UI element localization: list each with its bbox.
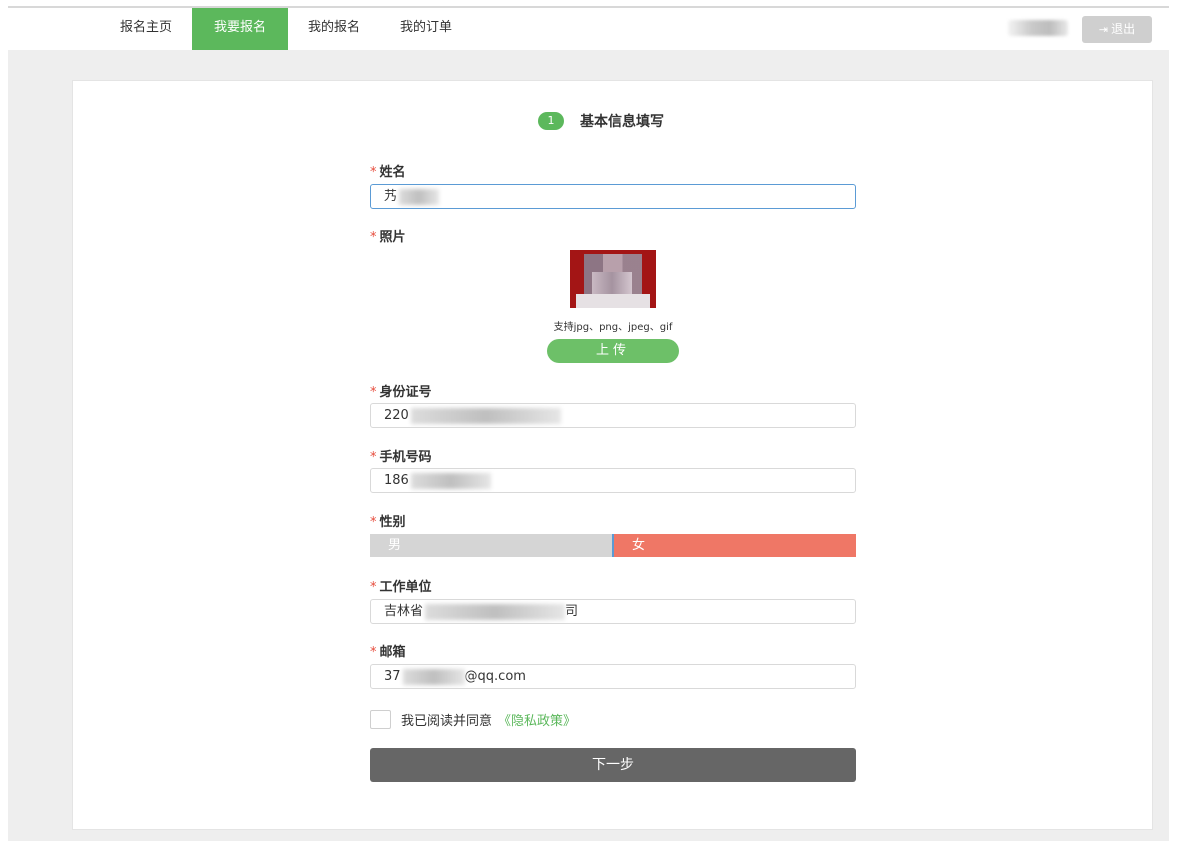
main-nav: 报名主页 我要报名 我的报名 我的订单	[100, 8, 472, 50]
required-mark: *	[370, 645, 377, 660]
redacted-text	[399, 188, 440, 205]
id-number-label-text: 身份证号	[379, 385, 432, 400]
required-mark: *	[370, 165, 377, 180]
email-value-suffix: @qq.com	[464, 669, 526, 684]
required-mark: *	[370, 230, 377, 245]
phone-value: 186	[384, 473, 409, 488]
gender-selector: 男 女	[370, 534, 856, 557]
phone-label: * 手机号码	[370, 446, 432, 465]
redacted-text	[410, 407, 561, 424]
step-number-badge: 1	[538, 112, 564, 130]
redacted-text	[410, 472, 491, 489]
photo-pixelated-detail	[592, 272, 632, 296]
agreement-text: 我已阅读并同意	[401, 713, 493, 729]
email-label: * 邮箱	[370, 641, 406, 660]
upload-button[interactable]: 上传	[547, 339, 679, 363]
step-title: 基本信息填写	[580, 114, 664, 130]
nav-item-register[interactable]: 我要报名	[192, 8, 289, 50]
gender-option-female[interactable]: 女	[614, 534, 856, 557]
id-number-input[interactable]: 220	[370, 403, 856, 428]
required-mark: *	[370, 385, 377, 400]
email-value-prefix: 37	[384, 669, 401, 684]
step-indicator: 1 基本信息填写	[538, 110, 664, 132]
work-unit-label: * 工作单位	[370, 576, 432, 595]
name-value: 艿	[384, 189, 398, 204]
work-unit-value: 吉林省	[384, 604, 424, 619]
nav-item-registration-home[interactable]: 报名主页	[100, 8, 192, 50]
agreement-checkbox[interactable]	[370, 709, 391, 729]
work-unit-input[interactable]: 吉林省 司	[370, 599, 856, 624]
id-number-label: * 身份证号	[370, 381, 432, 400]
sign-out-icon: ⇥	[1098, 23, 1109, 36]
phone-label-text: 手机号码	[379, 450, 432, 465]
name-label-text: 姓名	[379, 165, 406, 180]
gender-label: * 性别	[370, 511, 406, 530]
email-label-text: 邮箱	[379, 645, 406, 660]
name-label: * 姓名	[370, 161, 406, 180]
top-navbar: 报名主页 我要报名 我的报名 我的订单 ⇥ 退出	[8, 6, 1169, 50]
agreement-row: 我已阅读并同意 《隐私政策》	[370, 709, 576, 729]
photo-label: * 照片	[370, 226, 406, 245]
gender-label-text: 性别	[379, 515, 406, 530]
nav-item-my-orders[interactable]: 我的订单	[380, 8, 472, 50]
gender-option-male[interactable]: 男	[370, 534, 614, 557]
email-input[interactable]: 37 @qq.com	[370, 664, 856, 689]
redacted-text	[402, 668, 465, 685]
required-mark: *	[370, 515, 377, 530]
phone-input[interactable]: 186	[370, 468, 856, 493]
photo-shoulders	[576, 294, 650, 308]
photo-preview	[570, 250, 656, 308]
name-input[interactable]: 艿	[370, 184, 856, 209]
username-redacted	[1008, 20, 1068, 36]
photo-label-text: 照片	[379, 230, 406, 245]
logout-label: 退出	[1111, 22, 1136, 36]
photo-format-hint: 支持jpg、png、jpeg、gif	[553, 322, 673, 333]
nav-item-my-registrations[interactable]: 我的报名	[288, 8, 380, 50]
next-step-button[interactable]: 下一步	[370, 748, 856, 782]
id-number-value: 220	[384, 408, 409, 423]
work-unit-label-text: 工作单位	[379, 580, 432, 595]
redacted-text	[425, 603, 566, 620]
required-mark: *	[370, 580, 377, 595]
logout-button[interactable]: ⇥ 退出	[1082, 16, 1152, 43]
privacy-policy-link[interactable]: 《隐私政策》	[498, 710, 576, 729]
work-unit-value-suffix: 司	[565, 604, 579, 619]
required-mark: *	[370, 450, 377, 465]
